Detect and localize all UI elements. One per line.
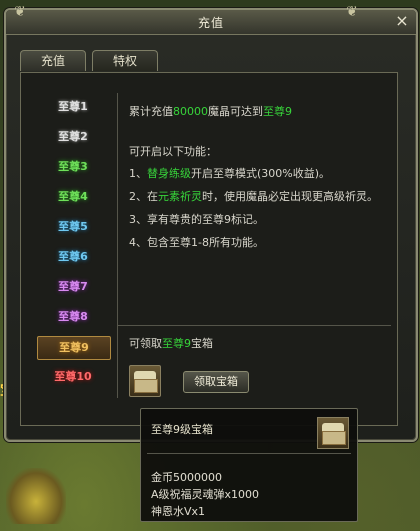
- level-item-1[interactable]: 至尊1: [37, 96, 109, 118]
- level-item-6[interactable]: 至尊6: [37, 246, 109, 268]
- level-item-10[interactable]: 至尊10: [37, 366, 109, 388]
- level-item-8[interactable]: 至尊8: [37, 306, 109, 328]
- feature-line-4: 4、包含至尊1-8所有功能。: [129, 236, 264, 249]
- chest-tooltip: 至尊9级宝箱 金币5000000 A级祝福灵魂弹x1000 神恩水Vx1: [140, 408, 358, 522]
- reward-line: 可领取至尊9宝箱: [129, 337, 213, 350]
- tooltip-item-bullet: A级祝福灵魂弹x1000: [151, 488, 260, 501]
- feature-line-3: 3、享有尊贵的至尊9标记。: [129, 213, 264, 226]
- tooltip-chest-icon: [317, 417, 349, 449]
- level-item-2[interactable]: 至尊2: [37, 126, 109, 148]
- requirement-line: 累计充值80000魔晶可达到至尊9: [129, 105, 292, 118]
- treasure-chest-icon[interactable]: [129, 365, 161, 397]
- level-list: 至尊1 至尊2 至尊3 至尊4 至尊5 至尊6 至尊7 至尊8 至尊9 至尊10: [37, 93, 118, 398]
- privilege-panel: 至尊1 至尊2 至尊3 至尊4 至尊5 至尊6 至尊7 至尊8 至尊9 至尊10…: [20, 72, 398, 426]
- tab-recharge[interactable]: 充值: [20, 50, 86, 71]
- tooltip-item-gold: 金币5000000: [151, 471, 222, 484]
- level-item-9-selected[interactable]: 至尊9: [37, 336, 111, 360]
- level-item-3[interactable]: 至尊3: [37, 156, 109, 178]
- claim-chest-button[interactable]: 领取宝箱: [183, 371, 249, 393]
- feature-line-2: 2、在元素祈灵时，使用魔晶必定出现更高级祈灵。: [129, 190, 378, 203]
- title-bar[interactable]: ❦ 充值 ❦ ×: [6, 4, 416, 35]
- feature-line-1: 1、替身练级开启至尊模式(300%收益)。: [129, 167, 331, 180]
- tab-privilege[interactable]: 特权: [92, 50, 158, 71]
- close-icon[interactable]: ×: [394, 13, 410, 29]
- tooltip-title: 至尊9级宝箱: [151, 423, 213, 436]
- level-item-4[interactable]: 至尊4: [37, 186, 109, 208]
- tooltip-item-water: 神恩水Vx1: [151, 505, 206, 518]
- tooltip-divider: [147, 453, 351, 454]
- level-item-5[interactable]: 至尊5: [37, 216, 109, 238]
- background-treasure-chest: [6, 468, 66, 524]
- title-ornament-right-icon: ❦: [346, 4, 358, 20]
- features-heading: 可开启以下功能：: [129, 145, 217, 158]
- recharge-window: ❦ 充值 ❦ × 充值 特权 至尊1 至尊2 至尊3 至尊4 至尊5 至尊6 至…: [4, 4, 418, 442]
- level-item-7[interactable]: 至尊7: [37, 276, 109, 298]
- reward-divider: [117, 325, 391, 326]
